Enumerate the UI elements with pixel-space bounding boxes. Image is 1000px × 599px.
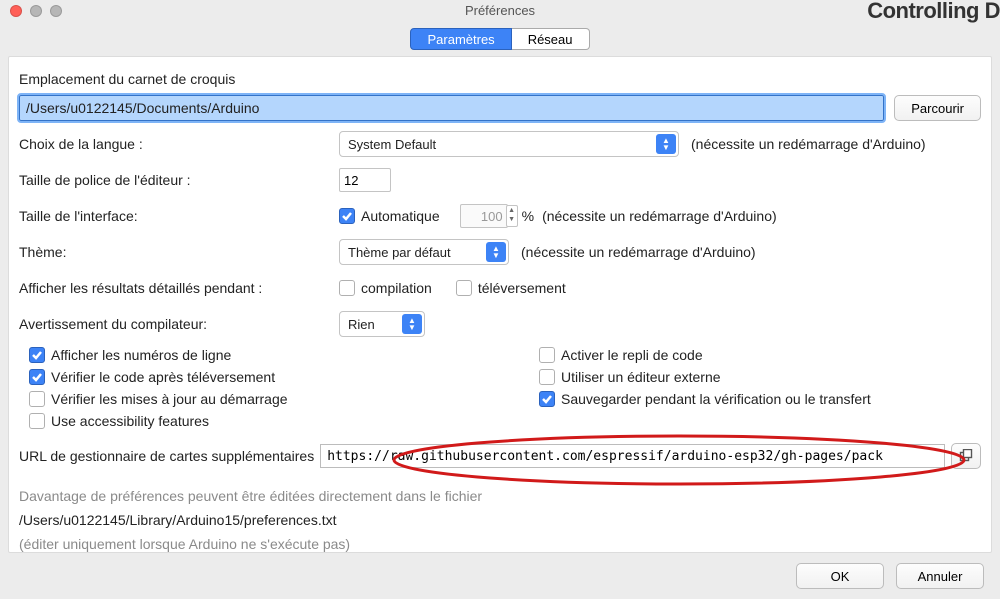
footnotes: Davantage de préférences peuvent être éd… [19,485,981,556]
prefs-file-path[interactable]: /Users/u0122145/Library/Arduino15/prefer… [19,509,981,533]
language-select[interactable]: System Default ▲▼ [339,131,679,157]
expand-urls-button[interactable] [951,443,981,469]
verbose-upload-label: téléversement [478,280,566,296]
verbose-compile-checkbox[interactable] [339,280,355,296]
updates-checkbox[interactable] [29,391,45,407]
save-label: Sauvegarder pendant la vérification ou l… [561,391,871,407]
verbose-upload-checkbox[interactable] [456,280,472,296]
window-title: Préférences [465,3,535,18]
save-checkbox[interactable] [539,391,555,407]
cancel-button[interactable]: Annuler [896,563,984,589]
content-panel: Emplacement du carnet de croquis Parcour… [8,56,992,553]
zoom-icon [50,5,62,17]
chevron-down-icon: ▲▼ [486,242,506,262]
tab-network[interactable]: Réseau [512,28,590,50]
window-icon [959,449,973,463]
ext-editor-label: Utiliser un éditeur externe [561,369,721,385]
verify-label: Vérifier le code après téléversement [51,369,275,385]
options-grid: Afficher les numéros de ligne Activer le… [29,347,981,429]
a11y-label: Use accessibility features [51,413,209,429]
theme-hint: (nécessite un redémarrage d'Arduino) [521,244,756,260]
footer: OK Annuler [0,553,1000,599]
fontsize-label: Taille de police de l'éditeur : [19,172,339,188]
iscale-hint: (nécessite un redémarrage d'Arduino) [542,208,777,224]
background-text: Controlling D [867,0,1000,22]
boards-url-label: URL de gestionnaire de cartes supplément… [19,448,314,464]
warn-label: Avertissement du compilateur: [19,316,339,332]
chevron-down-icon: ▲▼ [656,134,676,154]
linenos-checkbox[interactable] [29,347,45,363]
tab-bar: Paramètres Réseau [0,28,1000,54]
theme-label: Thème: [19,244,339,260]
iscale-stepper[interactable]: ▲▼ [506,205,518,227]
iscale-input[interactable] [460,204,508,228]
sketchbook-label: Emplacement du carnet de croquis [19,71,981,87]
iscale-auto-label: Automatique [361,208,440,224]
minimize-icon [30,5,42,17]
ext-editor-checkbox[interactable] [539,369,555,385]
warn-select[interactable]: Rien ▲▼ [339,311,425,337]
language-hint: (nécessite un redémarrage d'Arduino) [691,136,926,152]
theme-value: Thème par défaut [348,245,451,260]
warn-value: Rien [348,317,375,332]
boards-url-row: URL de gestionnaire de cartes supplément… [19,443,981,469]
sketchbook-path-input[interactable] [19,95,884,121]
fontsize-input[interactable] [339,168,391,192]
footnote-1: Davantage de préférences peuvent être éd… [19,485,981,509]
iscale-label: Taille de l'interface: [19,208,339,224]
linenos-label: Afficher les numéros de ligne [51,347,231,363]
a11y-checkbox[interactable] [29,413,45,429]
theme-select[interactable]: Thème par défaut ▲▼ [339,239,509,265]
fold-label: Activer le repli de code [561,347,703,363]
verify-checkbox[interactable] [29,369,45,385]
language-label: Choix de la langue : [19,136,339,152]
percent-label: % [522,208,534,224]
language-value: System Default [348,137,436,152]
titlebar: Préférences Controlling D [0,0,1000,22]
iscale-auto-checkbox[interactable] [339,208,355,224]
boards-url-input[interactable] [320,444,945,468]
ok-button[interactable]: OK [796,563,884,589]
window-controls [10,5,62,17]
browse-button[interactable]: Parcourir [894,95,981,121]
tab-parameters[interactable]: Paramètres [410,28,511,50]
preferences-window: Préférences Controlling D Paramètres Rés… [0,0,1000,599]
chevron-down-icon: ▲▼ [402,314,422,334]
verbose-compile-label: compilation [361,280,432,296]
fold-checkbox[interactable] [539,347,555,363]
verbose-label: Afficher les résultats détaillés pendant… [19,280,339,296]
updates-label: Vérifier les mises à jour au démarrage [51,391,288,407]
close-icon[interactable] [10,5,22,17]
